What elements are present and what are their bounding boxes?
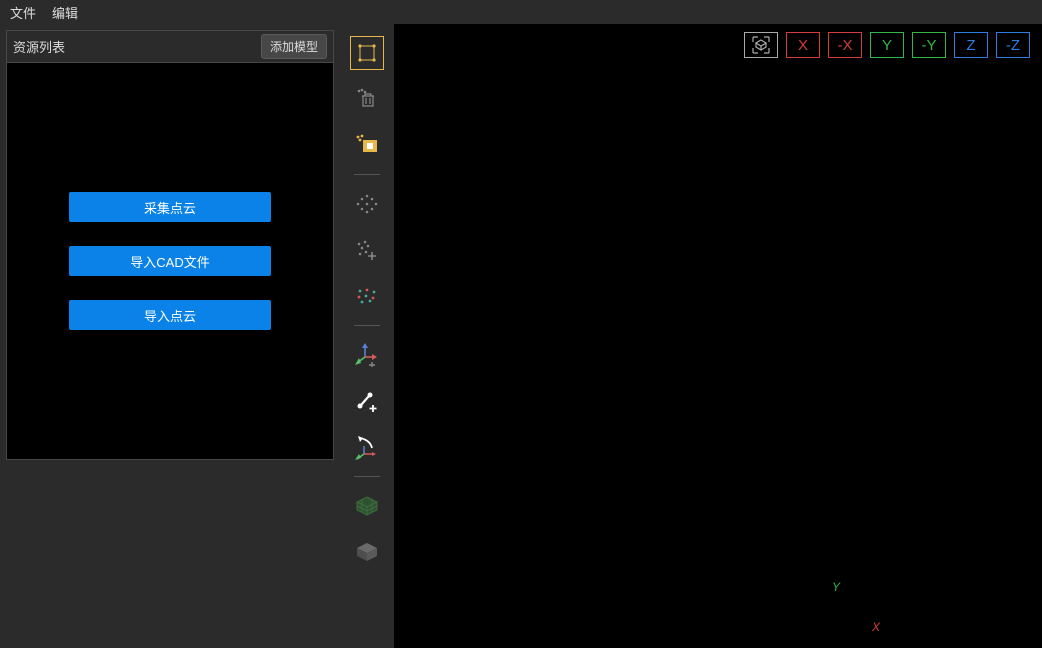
vertical-toolbar [340, 24, 394, 648]
cube-icon [751, 35, 771, 55]
edge-add-icon [355, 390, 379, 412]
toolbar-divider [354, 325, 380, 326]
axis-button-row: X -X Y -Y Z -Z [744, 32, 1030, 58]
toolbar-divider [354, 174, 380, 175]
panel-body: 采集点云 导入CAD文件 导入点云 [7, 63, 333, 459]
import-pointcloud-button[interactable]: 导入点云 [69, 300, 271, 330]
left-column: 资源列表 添加模型 采集点云 导入CAD文件 导入点云 [0, 24, 340, 648]
axis-y-button[interactable]: Y [870, 32, 904, 58]
points-diamond-icon [355, 194, 379, 214]
axis-z-button[interactable]: Z [954, 32, 988, 58]
menu-edit[interactable]: 编辑 [52, 3, 78, 22]
mesh-solid-tool[interactable] [350, 535, 384, 569]
curve-axis-tool[interactable] [350, 430, 384, 464]
axis-add-icon [355, 343, 379, 367]
import-cad-button[interactable]: 导入CAD文件 [69, 246, 271, 276]
trash-tool[interactable] [350, 82, 384, 116]
viewport-3d[interactable]: X -X Y -Y Z -Z Y X [394, 24, 1042, 648]
menu-file[interactable]: 文件 [10, 3, 36, 22]
mesh-solid-icon [355, 541, 379, 563]
mesh-wire-icon [355, 495, 379, 517]
viewport-y-marker: Y [832, 580, 840, 594]
panel-header: 资源列表 添加模型 [7, 31, 333, 63]
points-color-icon [356, 287, 378, 305]
points-add-tool[interactable] [350, 233, 384, 267]
photo-tool[interactable] [350, 128, 384, 162]
viewport-x-marker: X [872, 620, 880, 634]
mesh-wire-tool[interactable] [350, 489, 384, 523]
points-all-tool[interactable] [350, 187, 384, 221]
collect-pointcloud-button[interactable]: 采集点云 [69, 192, 271, 222]
add-model-button[interactable]: 添加模型 [261, 34, 327, 59]
photo-icon [355, 134, 379, 156]
selection-icon [357, 43, 377, 63]
trash-icon [356, 88, 378, 110]
resource-panel: 资源列表 添加模型 采集点云 导入CAD文件 导入点云 [6, 30, 334, 460]
curve-axis-icon [354, 434, 380, 460]
menubar: 文件 编辑 [0, 0, 1042, 24]
toolbar-divider [354, 476, 380, 477]
edge-add-tool[interactable] [350, 384, 384, 418]
points-add-icon [356, 240, 378, 260]
axis-neg-y-button[interactable]: -Y [912, 32, 946, 58]
main-layout: 资源列表 添加模型 采集点云 导入CAD文件 导入点云 [0, 24, 1042, 648]
axis-add-tool[interactable] [350, 338, 384, 372]
selection-tool[interactable] [350, 36, 384, 70]
panel-title: 资源列表 [13, 37, 65, 56]
points-color-tool[interactable] [350, 279, 384, 313]
axis-neg-x-button[interactable]: -X [828, 32, 862, 58]
axis-x-button[interactable]: X [786, 32, 820, 58]
axis-neg-z-button[interactable]: -Z [996, 32, 1030, 58]
axis-reset-button[interactable] [744, 32, 778, 58]
